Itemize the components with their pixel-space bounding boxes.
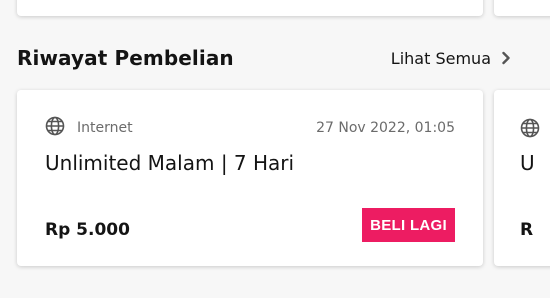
- category-label: Internet: [77, 120, 133, 136]
- purchase-history-header: Riwayat Pembelian Lihat Semua: [17, 42, 511, 74]
- globe-icon: [45, 116, 65, 140]
- next-product-name: U: [520, 151, 535, 175]
- buy-again-button[interactable]: BELI LAGI: [362, 208, 455, 242]
- chevron-right-icon: [501, 51, 511, 65]
- previous-card-peek: [494, 0, 550, 16]
- purchase-timestamp: 27 Nov 2022, 01:05: [316, 120, 455, 136]
- next-purchase-card[interactable]: U R: [494, 90, 550, 266]
- globe-icon: [520, 118, 540, 142]
- see-all-link[interactable]: Lihat Semua: [391, 49, 511, 68]
- section-title: Riwayat Pembelian: [17, 46, 234, 70]
- product-price: Rp 5.000: [45, 220, 130, 240]
- next-product-price: R: [520, 220, 534, 240]
- purchase-meta: Internet 27 Nov 2022, 01:05: [45, 116, 455, 140]
- product-name: Unlimited Malam | 7 Hari: [45, 151, 295, 175]
- purchase-category: Internet: [45, 116, 133, 140]
- purchase-card[interactable]: Internet 27 Nov 2022, 01:05 Unlimited Ma…: [17, 90, 483, 266]
- previous-card: [17, 0, 483, 16]
- see-all-label: Lihat Semua: [390, 48, 491, 68]
